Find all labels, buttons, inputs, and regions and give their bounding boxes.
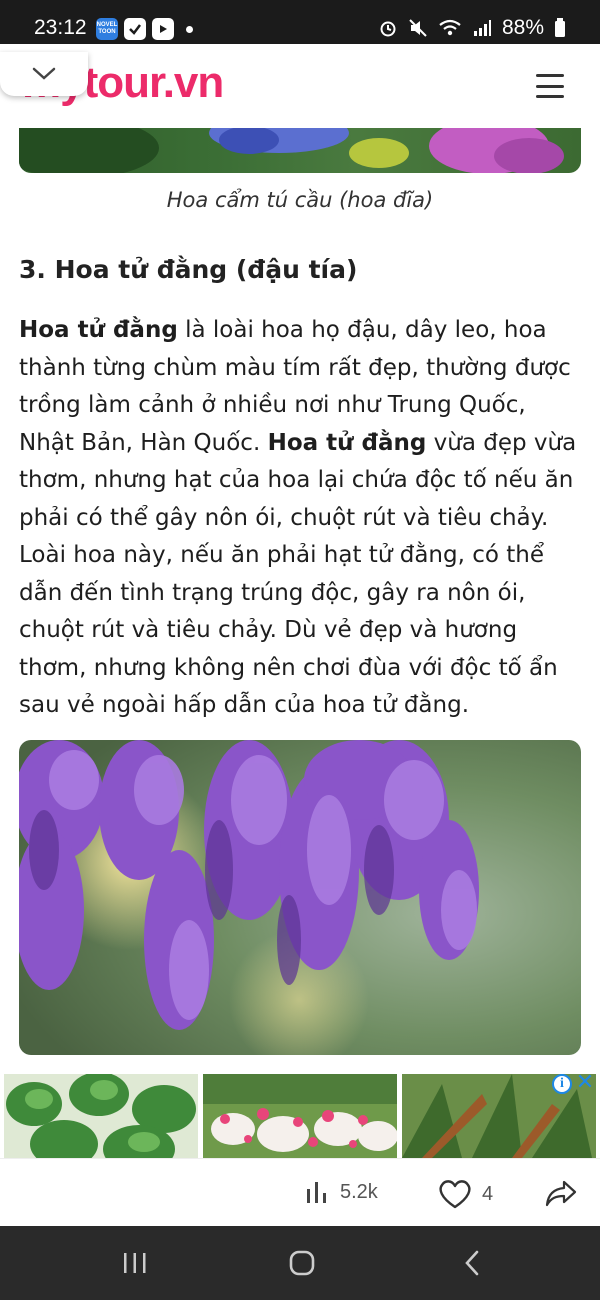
home-button[interactable] (282, 1246, 322, 1280)
back-button[interactable] (452, 1246, 492, 1280)
system-navigation-bar (0, 1226, 600, 1300)
media-icon (152, 18, 174, 40)
ad-info-icon[interactable]: i (552, 1074, 572, 1094)
notification-dot (186, 25, 193, 33)
views-stat: 5.2k (304, 1179, 378, 1205)
image-caption: Hoa cẩm tú cầu (hoa đĩa) (166, 188, 434, 212)
like-button[interactable]: 4 (438, 1179, 493, 1209)
section-heading: 3. Hoa tử đằng (đậu tía) (19, 255, 358, 284)
menu-icon-line (536, 74, 564, 77)
bold-term: Hoa tử đằng (267, 429, 427, 456)
status-time: 23:12 (34, 16, 87, 39)
check-icon (124, 18, 146, 40)
paragraph-text: vừa đẹp vừa thơm, nhưng hạt của hoa lại … (19, 429, 577, 719)
article-paragraph: Hoa tử đằng là loài hoa họ đậu, dây leo,… (19, 312, 585, 725)
status-right: 88% (378, 16, 566, 40)
menu-button[interactable] (536, 74, 564, 98)
menu-icon-line (536, 84, 564, 88)
ad-thumbnail[interactable] (203, 1074, 397, 1158)
signal-icon (473, 20, 491, 36)
share-icon (545, 1180, 577, 1207)
views-count: 5.2k (340, 1180, 378, 1203)
ad-banner[interactable]: i ✕ (0, 1070, 600, 1158)
battery-icon (555, 18, 565, 37)
recent-apps-button[interactable] (115, 1246, 155, 1280)
heart-icon (439, 1180, 471, 1209)
bold-term: Hoa tử đằng (19, 317, 178, 343)
back-icon (465, 1250, 479, 1276)
hydrangea-image (19, 128, 581, 173)
likes-count: 4 (482, 1182, 494, 1205)
battery-percentage: 88% (501, 16, 544, 39)
wifi-icon (439, 19, 461, 36)
chevron-down-icon (32, 67, 56, 80)
ad-close-icon[interactable]: ✕ (574, 1072, 596, 1094)
wisteria-image (19, 740, 581, 1055)
alarm-icon (380, 21, 396, 37)
home-icon (289, 1250, 315, 1276)
novel-toon-icon: NOVEL TOON (96, 18, 118, 40)
collapse-button[interactable] (0, 52, 88, 96)
menu-icon-line (536, 95, 564, 98)
ad-thumbnail[interactable] (4, 1074, 198, 1158)
site-header: mytour.vn (0, 44, 600, 128)
recent-apps-icon (124, 1253, 146, 1273)
mute-icon (409, 19, 427, 37)
share-button[interactable] (545, 1179, 577, 1207)
article-action-bar: 5.2k 4 (0, 1158, 600, 1226)
views-icon (307, 1182, 326, 1203)
status-app-icons: NOVEL TOON (96, 18, 193, 40)
